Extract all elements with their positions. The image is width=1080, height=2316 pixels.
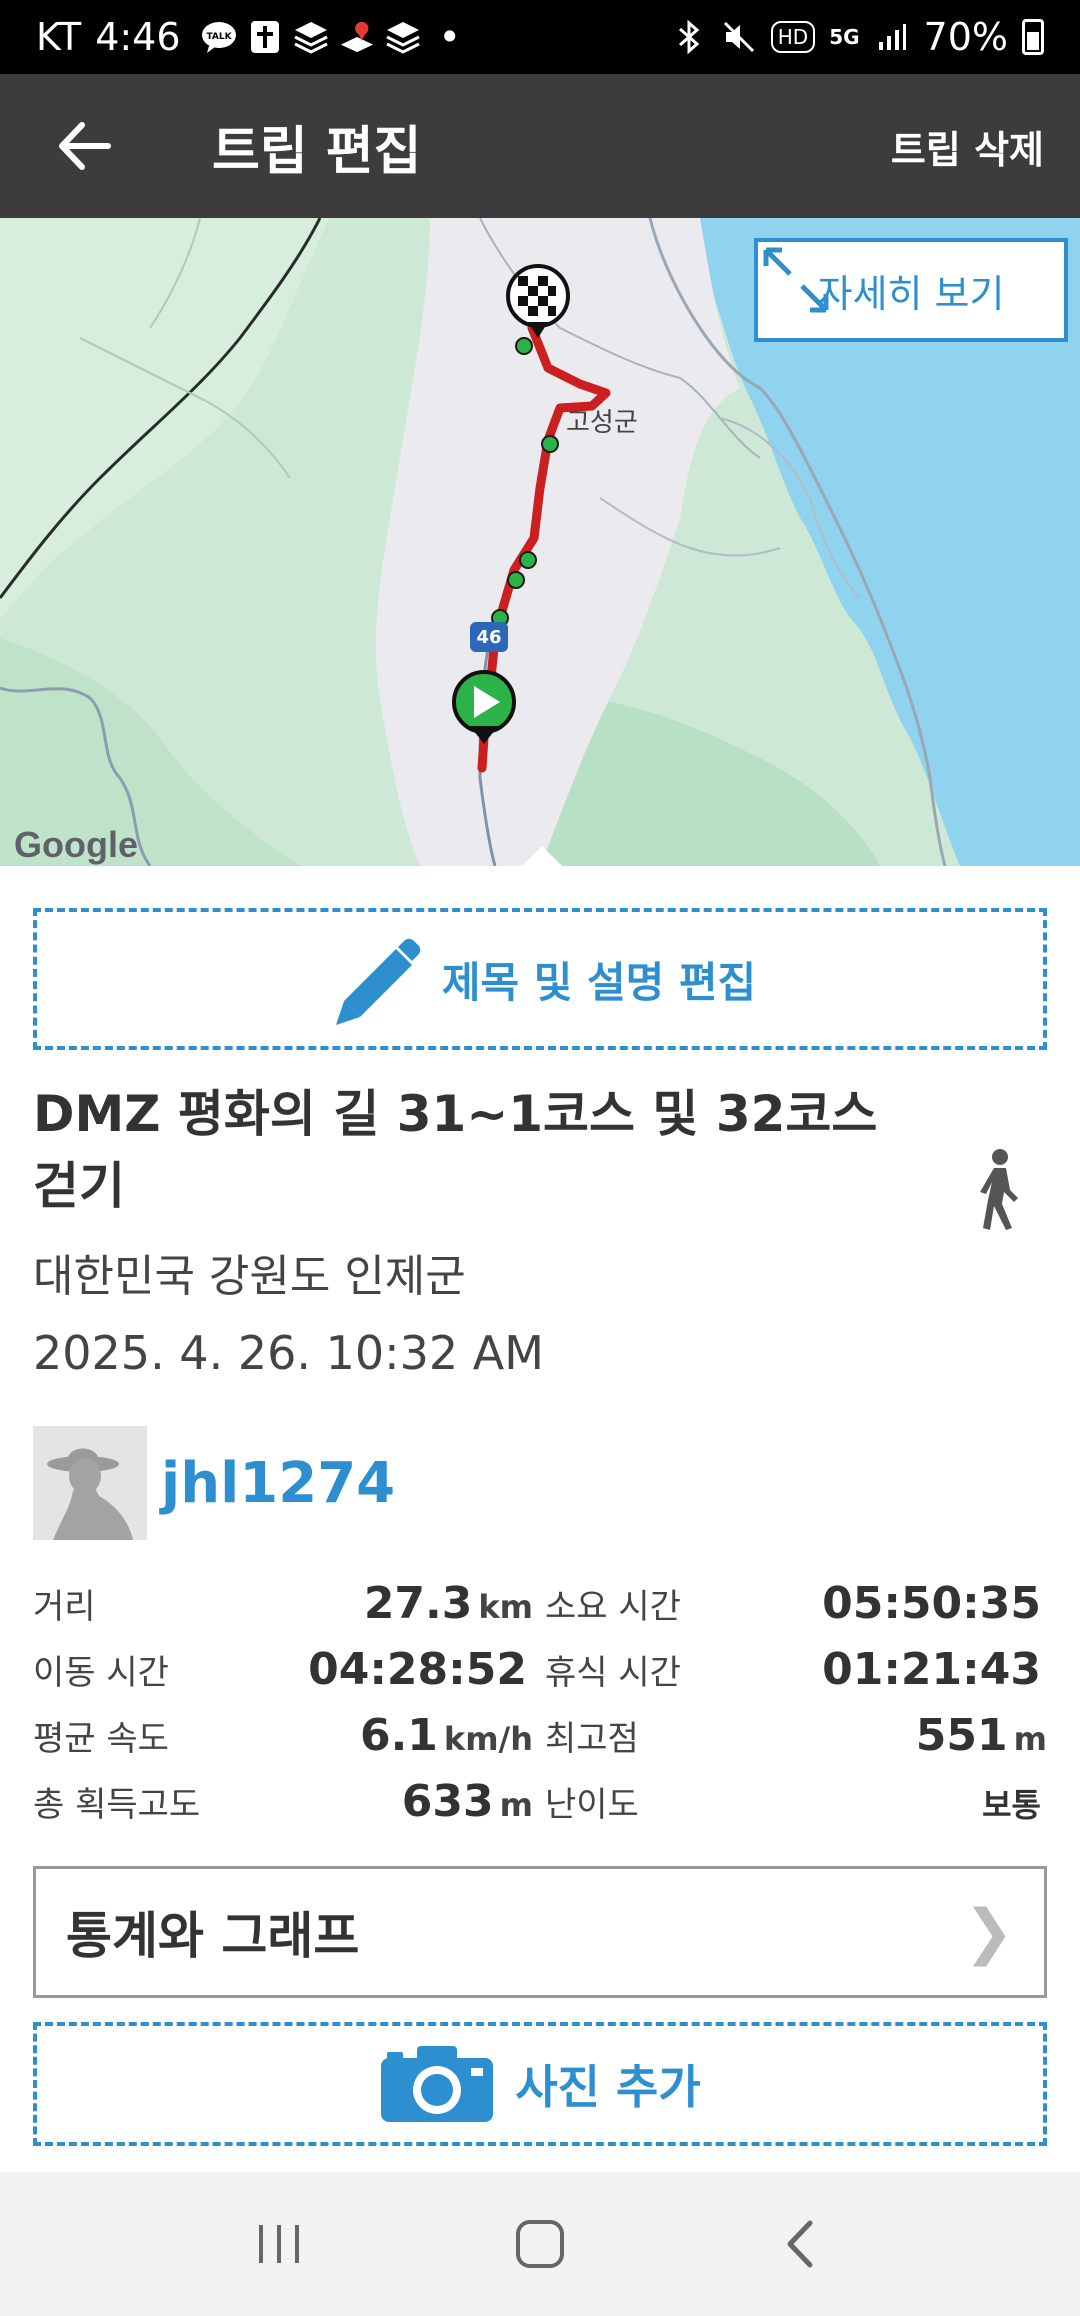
clock-text: 4:46 <box>95 15 181 59</box>
trip-datetime: 2025. 4. 26. 10:32 AM <box>33 1326 544 1380</box>
stat-value: 01:21:43 <box>725 1644 1047 1695</box>
stat-value: 보통 <box>725 1780 1047 1826</box>
back-button[interactable] <box>44 106 124 186</box>
status-bar: KT 4:46 TALK • HD 5G 70% <box>0 0 1080 74</box>
stat-value: 05:50:35 <box>725 1578 1047 1629</box>
stat-label: 소요 시간 <box>545 1587 681 1627</box>
stat-label: 휴식 시간 <box>545 1653 681 1693</box>
user-row: jhl1274 <box>33 1426 395 1540</box>
stat-label: 평균 속도 <box>33 1719 169 1759</box>
add-photo-label: 사진 추가 <box>515 2060 701 2114</box>
system-nav-bar <box>0 2172 1080 2316</box>
trip-map[interactable]: 고성군 46 자세히 보기 Google <box>0 218 1080 866</box>
status-right: HD 5G 70% <box>671 15 1044 59</box>
home-icon <box>516 2220 564 2268</box>
arrow-left-icon <box>59 122 111 170</box>
stat-value: 551 m <box>725 1710 1047 1761</box>
system-back-button[interactable] <box>760 2204 840 2284</box>
trip-title: DMZ 평화의 길 31~1코스 및 32코스 걷기 <box>33 1085 878 1215</box>
stat-number: 01:21:43 <box>822 1644 1041 1695</box>
add-photo-button[interactable]: 사진 추가 <box>33 2022 1047 2146</box>
expand-icon <box>763 247 829 313</box>
network-type-icon: 5G <box>829 25 860 49</box>
view-detail-label: 자세히 보기 <box>817 271 1005 316</box>
stat-unit: m <box>1013 1720 1047 1758</box>
stat-number: 04:28:52 <box>308 1644 527 1695</box>
stat-label: 거리 <box>33 1587 96 1627</box>
layers-icon <box>293 19 329 55</box>
map-pointer-notch <box>520 846 564 868</box>
stat-label: 난이도 <box>545 1785 639 1825</box>
view-detail-button[interactable]: 자세히 보기 <box>754 238 1068 342</box>
layers-icon-2 <box>385 19 421 55</box>
battery-icon <box>1022 19 1044 55</box>
stat-label: 총 획득고도 <box>33 1785 201 1825</box>
carrier-text: KT <box>36 15 82 59</box>
svg-text:TALK: TALK <box>206 32 232 42</box>
stat-value: 633 m <box>293 1776 533 1827</box>
bible-app-icon <box>247 19 283 55</box>
signal-icon <box>874 19 910 55</box>
avatar-silhouette-icon <box>33 1426 147 1540</box>
stat-number: 27.3 <box>363 1578 473 1629</box>
stat-number: 보통 <box>982 1786 1041 1824</box>
stat-unit: km/h <box>443 1720 533 1758</box>
walking-icon <box>980 1149 1018 1230</box>
stat-number: 551 <box>915 1710 1008 1761</box>
mute-icon <box>721 19 757 55</box>
stat-number: 633 <box>401 1776 494 1827</box>
page-title: 트립 편집 <box>212 121 422 182</box>
trip-stats: 거리 27.3 km 소요 시간 05:50:35 이동 시간 04:28:52 … <box>33 1578 1047 1842</box>
stat-row: 평균 속도 6.1 km/h 최고점 551 m <box>33 1710 1047 1776</box>
username-link[interactable]: jhl1274 <box>161 1451 395 1516</box>
stat-value: 27.3 km <box>293 1578 533 1629</box>
stat-label: 최고점 <box>545 1719 639 1759</box>
stat-unit: m <box>499 1786 533 1824</box>
pencil-icon <box>335 938 421 1025</box>
stats-graph-label: 통계와 그래프 <box>66 1907 360 1965</box>
delete-trip-button[interactable]: 트립 삭제 <box>891 119 1044 174</box>
stat-value: 04:28:52 <box>293 1644 533 1695</box>
recent-apps-button[interactable] <box>240 2204 320 2284</box>
battery-percent: 70% <box>923 15 1008 59</box>
camera-icon <box>381 2046 494 2122</box>
recent-apps-icon <box>259 2225 299 2263</box>
stats-graph-button[interactable]: 통계와 그래프 ❯ <box>33 1866 1047 1998</box>
edit-title-label: 제목 및 설명 편집 <box>441 957 757 1007</box>
google-logo: Google <box>14 824 138 865</box>
more-notifications-dot: • <box>438 15 461 59</box>
stat-number: 05:50:35 <box>822 1578 1041 1629</box>
chevron-right-icon: ❯ <box>963 1897 1014 1967</box>
hd-icon: HD <box>770 21 816 53</box>
stat-unit: km <box>478 1588 533 1626</box>
edit-title-description-button[interactable]: 제목 및 설명 편집 <box>33 908 1047 1050</box>
stat-value: 6.1 km/h <box>293 1710 533 1761</box>
trip-location: 대한민국 강원도 인제군 <box>33 1251 466 1302</box>
road-number-badge: 46 <box>470 622 508 652</box>
avatar[interactable] <box>33 1426 147 1540</box>
bluetooth-icon <box>671 19 707 55</box>
notification-icons: TALK • <box>201 15 461 59</box>
app-bar: 트립 편집 트립 삭제 <box>0 74 1080 218</box>
stat-row: 총 획득고도 633 m 난이도 보통 <box>33 1776 1047 1842</box>
map-pin-app-icon <box>339 19 375 55</box>
home-button[interactable] <box>500 2204 580 2284</box>
stat-row: 이동 시간 04:28:52 휴식 시간 01:21:43 <box>33 1644 1047 1710</box>
status-left: KT 4:46 TALK • <box>36 15 461 59</box>
stat-number: 6.1 <box>359 1710 438 1761</box>
stat-label: 이동 시간 <box>33 1653 169 1693</box>
chevron-left-icon <box>787 2220 813 2268</box>
city-label: 고성군 <box>566 408 638 438</box>
stat-row: 거리 27.3 km 소요 시간 05:50:35 <box>33 1578 1047 1644</box>
talk-icon: TALK <box>201 19 237 55</box>
